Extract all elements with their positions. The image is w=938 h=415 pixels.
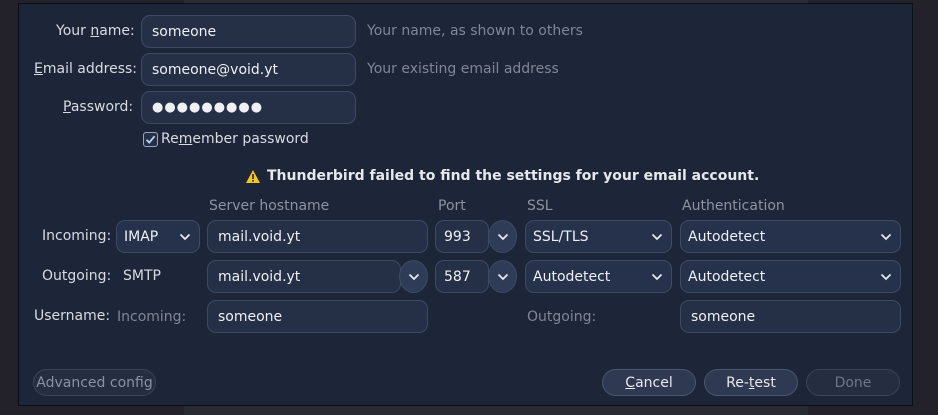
incoming-ssl-select[interactable]: SSL/TLS	[525, 220, 672, 253]
outgoing-protocol: SMTP	[123, 268, 161, 284]
column-header-hostname: Server hostname	[209, 198, 330, 214]
incoming-port-input[interactable]: 993	[435, 220, 489, 253]
chevron-down-icon	[497, 233, 508, 240]
remember-password-label[interactable]: Remember password	[161, 131, 309, 147]
outgoing-port-input[interactable]: 587	[435, 260, 489, 293]
chevron-down-icon	[651, 233, 663, 240]
name-label: Your name:	[56, 23, 135, 39]
chevron-down-icon	[179, 233, 191, 240]
remember-password-checkbox[interactable]	[143, 132, 158, 147]
cancel-button[interactable]: Cancel	[602, 369, 696, 396]
done-button[interactable]: Done	[806, 369, 900, 396]
email-label: Email address:	[34, 61, 138, 77]
checkmark-icon	[145, 135, 156, 144]
username-incoming-label: Incoming:	[117, 309, 187, 325]
username-label: Username:	[34, 308, 111, 324]
username-outgoing-label: Outgoing:	[527, 309, 597, 325]
chevron-down-icon	[651, 273, 663, 280]
column-header-port: Port	[438, 198, 466, 214]
warning-triangle-icon	[246, 169, 260, 183]
outgoing-auth-select[interactable]: Autodetect	[680, 260, 901, 293]
outgoing-port-dropdown-button[interactable]	[488, 260, 517, 293]
password-input[interactable]: ●●●●●●●●●	[141, 91, 356, 124]
incoming-username-input[interactable]: someone	[207, 300, 428, 333]
chevron-down-icon	[497, 273, 508, 280]
name-hint: Your name, as shown to others	[367, 23, 583, 39]
column-header-ssl: SSL	[527, 198, 553, 214]
account-setup-dialog: Your name: someone Your name, as shown t…	[18, 3, 913, 406]
incoming-auth-select[interactable]: Autodetect	[680, 220, 901, 253]
outgoing-hostname-dropdown-button[interactable]	[399, 260, 428, 293]
incoming-hostname-input[interactable]: mail.void.yt	[207, 220, 428, 253]
outgoing-username-input[interactable]: someone	[680, 300, 901, 333]
column-header-authentication: Authentication	[682, 198, 785, 214]
email-input[interactable]: someone@void.yt	[141, 53, 356, 86]
email-hint: Your existing email address	[367, 61, 559, 77]
retest-button[interactable]: Re-t est	[704, 369, 798, 396]
password-label: Password:	[63, 99, 134, 115]
incoming-label: Incoming:	[42, 228, 112, 244]
incoming-protocol-select[interactable]: IMAP	[116, 220, 200, 253]
outgoing-ssl-select[interactable]: Autodetect	[525, 260, 672, 293]
warning-text: Thunderbird failed to find the settings …	[267, 168, 760, 184]
chevron-down-icon	[880, 273, 892, 280]
advanced-config-button[interactable]: Advanced config	[33, 369, 156, 396]
warning-message: Thunderbird failed to find the settings …	[245, 168, 759, 184]
chevron-down-icon	[408, 273, 419, 280]
name-input[interactable]: someone	[141, 15, 356, 48]
outgoing-label: Outgoing:	[42, 268, 112, 284]
chevron-down-icon	[880, 233, 892, 240]
incoming-port-dropdown-button[interactable]	[488, 220, 517, 253]
outgoing-hostname-input[interactable]: mail.void.yt	[207, 260, 401, 293]
